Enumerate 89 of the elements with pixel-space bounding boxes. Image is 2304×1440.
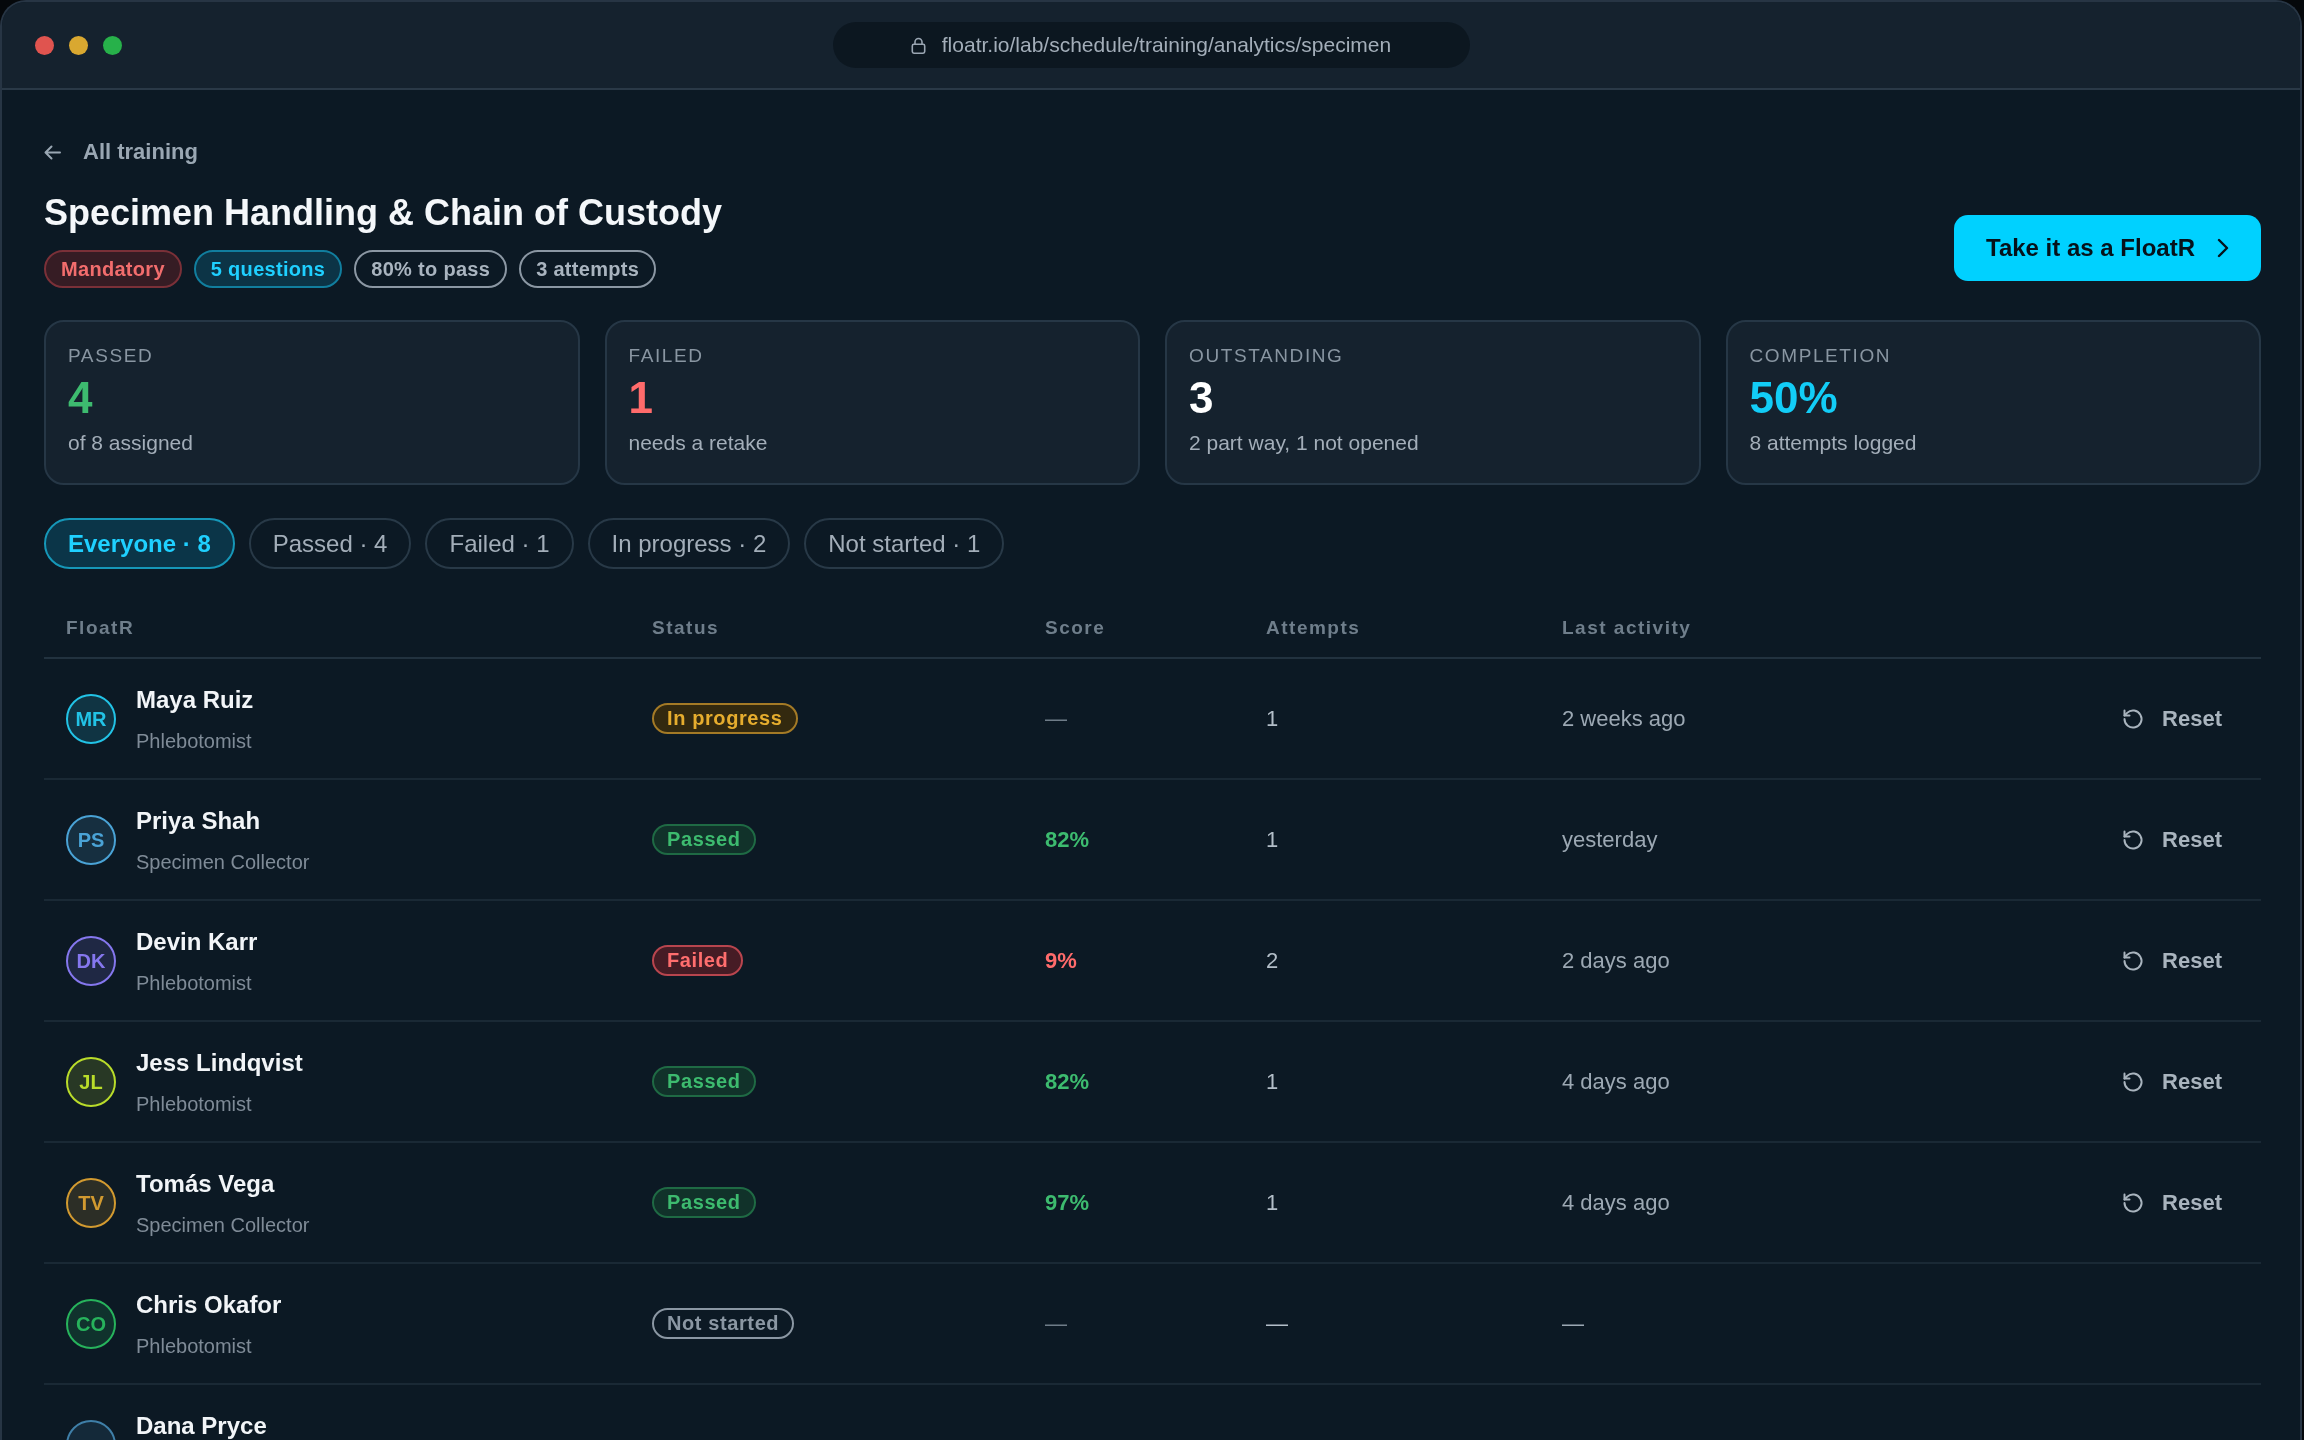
address-bar[interactable]: floatr.io/lab/schedule/training/analytics/specimen (832, 22, 1470, 68)
last-activity-time: 2 days ago (1562, 947, 1670, 974)
stat-caption: 8 attempts logged (1749, 430, 1917, 456)
person-role: Phlebotomist (136, 729, 252, 753)
person-name: Dana Pryce (136, 1412, 267, 1440)
column-header: Attempts (1266, 617, 1361, 639)
circular-arrow-icon (2122, 1070, 2145, 1093)
attempts-count: 2 (1266, 947, 1279, 974)
attempts-count: 1 (1266, 705, 1279, 732)
reset-button[interactable]: Reset (2122, 947, 2222, 974)
window-close-icon[interactable] (35, 35, 54, 55)
column-header: FloatR (66, 617, 135, 639)
window-minimize-icon[interactable] (69, 35, 88, 55)
circular-arrow-icon (2122, 949, 2145, 972)
last-activity-time: 2 weeks ago (1562, 705, 1686, 732)
user-avatar: MR (66, 694, 116, 744)
user-avatar: JL (66, 1057, 116, 1107)
stat-value: 50% (1749, 374, 1838, 422)
reset-button[interactable]: Reset (2122, 705, 2222, 732)
person-name: Priya Shah (136, 807, 261, 835)
tag: 80% to pass (354, 250, 508, 288)
score-value: 97% (1045, 1189, 1090, 1216)
person-name: Jess Lindqvist (136, 1049, 303, 1077)
person-role: Specimen Collector (136, 1213, 310, 1237)
filter-tab[interactable]: Failed · 1 (425, 518, 574, 569)
attempts-count: 1 (1266, 826, 1279, 853)
score-value: 9% (1045, 947, 1077, 974)
attempts-count: — (1266, 1310, 1288, 1337)
stat-label: FAILED (628, 344, 704, 368)
user-avatar: TV (66, 1178, 116, 1228)
column-header: Score (1045, 617, 1106, 639)
last-activity-time: 4 days ago (1562, 1189, 1670, 1216)
stat-value: 1 (628, 374, 653, 422)
tag: 5 questions (193, 250, 343, 288)
circular-arrow-icon (2122, 828, 2145, 851)
lock-icon (910, 36, 926, 54)
person-name: Devin Karr (136, 928, 258, 956)
score-value: — (1045, 705, 1067, 732)
arrow-left-icon (44, 144, 61, 160)
last-activity-time: — (1562, 1310, 1584, 1337)
score-value: 82% (1045, 1068, 1090, 1095)
tag: Mandatory (44, 250, 182, 288)
filter-tab[interactable]: Everyone · 8 (44, 518, 235, 569)
reset-button[interactable]: Reset (2122, 826, 2222, 853)
status-badge: Passed (652, 824, 756, 855)
person-role: Specimen Collector (136, 850, 310, 874)
filter-tab[interactable]: Not started · 1 (804, 518, 1005, 569)
person-role: Phlebotomist (136, 1334, 252, 1358)
filter-tab[interactable]: In progress · 2 (587, 518, 791, 569)
stat-label: PASSED (68, 344, 154, 368)
column-header: Status (652, 617, 720, 639)
stat-label: COMPLETION (1749, 344, 1892, 368)
stat-value: 4 (68, 374, 93, 422)
score-value: 82% (1045, 826, 1090, 853)
stat-caption: of 8 assigned (68, 430, 193, 456)
start-training-button[interactable]: Take it as a FloatR (1954, 215, 2261, 281)
last-activity-time: 4 days ago (1562, 1068, 1670, 1095)
last-activity-time: yesterday (1562, 826, 1658, 853)
page-title: Specimen Handling & Chain of Custody (44, 191, 723, 235)
user-avatar: CO (66, 1299, 116, 1349)
status-badge: Passed (652, 1187, 756, 1218)
circular-arrow-icon (2122, 707, 2145, 730)
status-badge: Not started (652, 1308, 795, 1339)
stat-caption: needs a retake (628, 430, 768, 456)
status-badge: Passed (652, 1066, 756, 1097)
status-badge: In progress (652, 703, 798, 734)
stat-value: 3 (1189, 374, 1214, 422)
person-name: Tomás Vega (136, 1170, 275, 1198)
user-avatar: PS (66, 815, 116, 865)
attempts-count: 1 (1266, 1189, 1279, 1216)
person-role: Phlebotomist (136, 1092, 252, 1116)
attempts-count: 1 (1266, 1068, 1279, 1095)
status-badge: Failed (652, 945, 744, 976)
score-value: — (1045, 1310, 1067, 1337)
stat-label: OUTSTANDING (1189, 344, 1344, 368)
person-name: Maya Ruiz (136, 686, 254, 714)
window-maximize-icon[interactable] (103, 35, 122, 55)
person-name: Chris Okafor (136, 1291, 282, 1319)
circular-arrow-icon (2122, 1191, 2145, 1214)
chevron-right-icon (2217, 238, 2229, 258)
tag: 3 attempts (519, 250, 657, 288)
back-link[interactable]: All training (44, 140, 198, 164)
user-avatar: DK (66, 936, 116, 986)
stat-caption: 2 part way, 1 not opened (1189, 430, 1419, 456)
filter-tab[interactable]: Passed · 4 (248, 518, 412, 569)
reset-button[interactable]: Reset (2122, 1068, 2222, 1095)
person-role: Phlebotomist (136, 971, 252, 995)
reset-button[interactable]: Reset (2122, 1189, 2222, 1216)
column-header: Last activity (1562, 617, 1692, 639)
